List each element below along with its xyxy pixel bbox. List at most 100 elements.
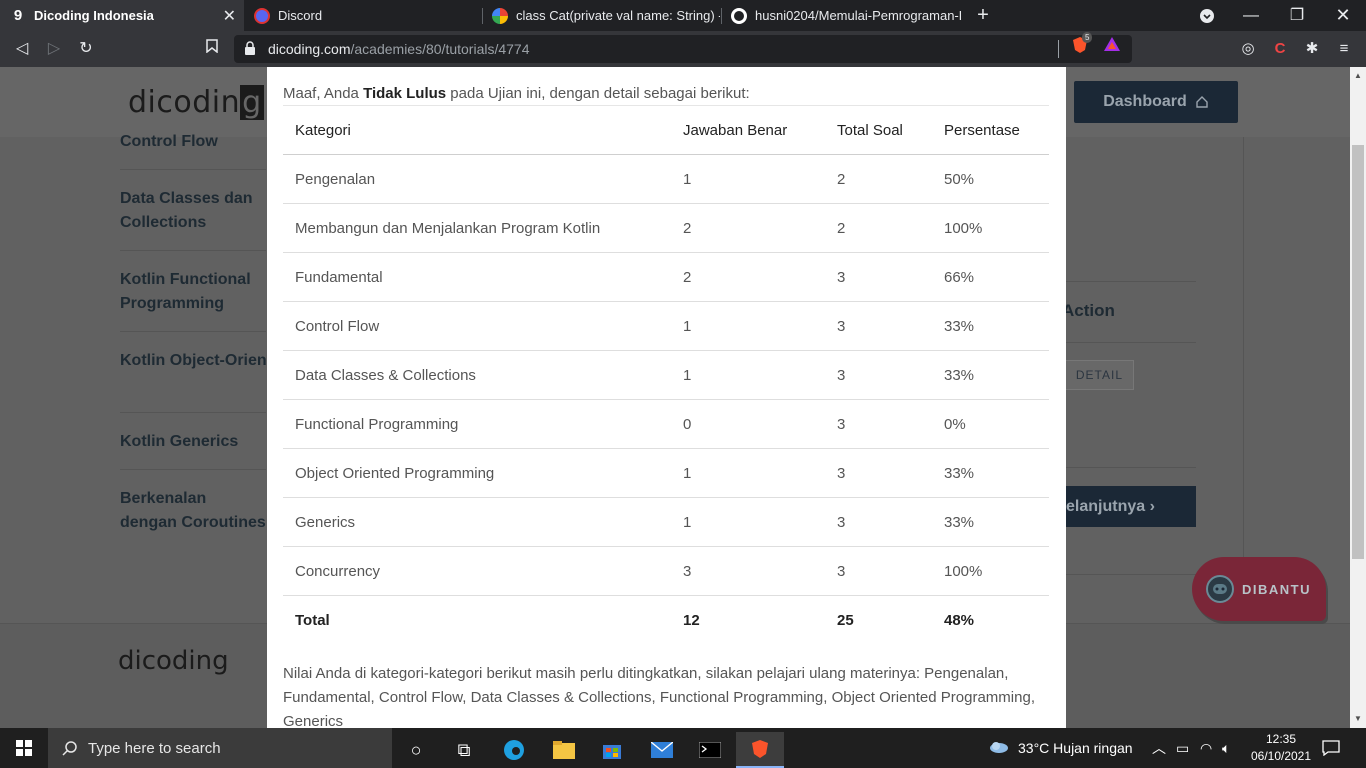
discord-favicon-icon	[254, 7, 270, 24]
wifi-icon[interactable]: ◠	[1200, 728, 1212, 768]
tab-dicoding[interactable]: 9 Dicoding Indonesia ✕	[0, 0, 244, 31]
restore-icon[interactable]: ❐	[1274, 0, 1320, 31]
table-row: Generics 1 3 33%	[283, 498, 1049, 547]
lock-icon	[245, 41, 255, 55]
cell-jawaban-benar: 3	[683, 562, 692, 580]
sidebar-divider	[120, 412, 266, 413]
cell-total-soal: 2	[837, 219, 846, 237]
sidebar-item-functional[interactable]: Kotlin Functional Programming	[120, 268, 270, 316]
browser-toolbar: ◁ ▷ ↻ dicoding.com/academies/80/tutorial…	[0, 31, 1366, 67]
cell-persentase: 33%	[944, 464, 975, 482]
column-header-jawaban-benar: Jawaban Benar	[683, 121, 788, 139]
scroll-down-arrow-icon[interactable]: ▼	[1350, 714, 1366, 723]
brave-rewards-icon[interactable]	[1100, 36, 1124, 60]
windows-start-icon[interactable]	[0, 728, 48, 768]
bookmark-icon[interactable]	[200, 37, 224, 61]
sidebar-item-generics[interactable]: Kotlin Generics	[120, 430, 270, 454]
dicoding-logo[interactable]: dicoding	[128, 85, 264, 120]
search-placeholder: Type here to search	[88, 739, 221, 757]
terminal-icon[interactable]	[686, 732, 734, 768]
cell-total-jawaban-benar: 12	[683, 612, 700, 629]
show-hidden-icons-chevron-icon[interactable]: ︿	[1152, 728, 1166, 768]
search-icon	[62, 741, 77, 756]
url-text: dicoding.com/academies/80/tutorials/4774	[268, 41, 530, 57]
battery-icon[interactable]: ▭	[1176, 728, 1189, 768]
card-divider	[1062, 281, 1196, 282]
action-title: Action	[1062, 301, 1115, 320]
forward-icon[interactable]: ▷	[42, 37, 66, 61]
dashboard-button[interactable]: Dashboard	[1074, 81, 1238, 123]
cell-total-label: Total	[295, 612, 330, 629]
tab-title: husni0204/Memulai-Pemrograman-Ko	[755, 8, 961, 23]
volume-icon[interactable]: 🔈︎	[1222, 728, 1230, 768]
sidebar-item-control-flow[interactable]: Control Flow	[120, 130, 270, 154]
windows-taskbar: Type here to search ○ ⧉ 33°C Hujan ringa…	[0, 728, 1366, 768]
cell-total-soal: 3	[837, 366, 846, 384]
tab-search-chevron-icon[interactable]	[1184, 0, 1230, 31]
browser-tab-bar: 9 Dicoding Indonesia ✕ Discord class Cat…	[0, 0, 1366, 31]
cell-kategori: Control Flow	[295, 317, 380, 335]
improvement-note: Nilai Anda di kategori-kategori berikut …	[283, 665, 1035, 728]
extension-target-icon[interactable]: ◎	[1236, 37, 1260, 61]
chevron-right-icon: ›	[1149, 498, 1155, 515]
cell-kategori: Data Classes & Collections	[295, 366, 476, 384]
cell-jawaban-benar: 2	[683, 268, 692, 286]
taskbar-clock[interactable]: 12:35 06/10/2021	[1245, 731, 1317, 765]
cell-kategori: Object Oriented Programming	[295, 464, 495, 482]
tab-discord[interactable]: Discord	[244, 0, 480, 31]
address-bar[interactable]: dicoding.com/academies/80/tutorials/4774…	[234, 32, 1132, 63]
home-icon	[1196, 96, 1208, 108]
sidebar-item-data-classes[interactable]: Data Classes dan Collections	[120, 187, 270, 235]
cell-total-soal: 3	[837, 268, 846, 286]
table-row: Pengenalan 1 2 50%	[283, 155, 1049, 204]
notification-center-icon[interactable]	[1322, 728, 1340, 768]
weather-widget[interactable]: 33°C Hujan ringan	[988, 728, 1133, 768]
result-intro: Maaf, Anda Tidak Lulus pada Ujian ini, d…	[283, 85, 750, 102]
edge-icon[interactable]	[490, 732, 538, 768]
result-table: Kategori Jawaban Benar Total Soal Persen…	[283, 105, 1049, 645]
detail-button[interactable]: DETAIL	[1062, 360, 1134, 390]
sidebar-item-coroutines[interactable]: Berkenalan dengan Coroutines	[120, 487, 266, 535]
table-row: Control Flow 1 3 33%	[283, 302, 1049, 351]
cell-total-soal: 2	[837, 170, 846, 188]
table-row: Membangun dan Menjalankan Program Kotlin…	[283, 204, 1049, 253]
scrollbar-thumb[interactable]	[1352, 145, 1364, 559]
tab-github[interactable]: husni0204/Memulai-Pemrograman-Ko	[721, 0, 961, 31]
scroll-up-arrow-icon[interactable]: ▲	[1350, 71, 1366, 80]
tab-google-search[interactable]: class Cat(private val name: String) - Pe	[482, 0, 720, 31]
file-explorer-icon[interactable]	[540, 732, 588, 768]
page-scrollbar[interactable]: ▲ ▼	[1350, 67, 1366, 728]
minimize-icon[interactable]: —	[1228, 0, 1274, 31]
mail-icon[interactable]	[638, 732, 686, 768]
sidebar-divider	[120, 469, 266, 470]
close-tab-icon[interactable]: ✕	[223, 6, 236, 26]
new-tab-plus-icon[interactable]: +	[972, 3, 994, 27]
extension-c-icon[interactable]: C	[1268, 37, 1292, 61]
reload-icon[interactable]: ↻	[74, 37, 98, 61]
dibantu-chat-button[interactable]: DIBANTU	[1192, 557, 1326, 621]
next-lesson-button[interactable]: elanjutnya ›	[1062, 486, 1196, 527]
browser-menu-icon[interactable]: ≡	[1332, 37, 1356, 61]
brave-shields-icon[interactable]: 5	[1068, 32, 1093, 60]
table-row: Concurrency 3 3 100%	[283, 547, 1049, 596]
rain-cloud-icon	[990, 742, 1008, 753]
sidebar-item-oop[interactable]: Kotlin Object-Oriented Programming	[120, 349, 266, 373]
clock-date: 06/10/2021	[1250, 749, 1312, 763]
cell-total-soal: 3	[837, 464, 846, 482]
footer-logo: dicoding	[118, 646, 229, 676]
back-icon[interactable]: ◁	[10, 37, 34, 61]
cortana-icon[interactable]: ○	[392, 732, 440, 768]
close-window-icon[interactable]: ✕	[1320, 0, 1366, 31]
robot-icon	[1206, 575, 1234, 603]
task-view-icon[interactable]: ⧉	[440, 732, 488, 768]
cell-persentase: 0%	[944, 415, 966, 433]
store-icon[interactable]	[588, 732, 636, 768]
extensions-puzzle-icon[interactable]: ✱	[1300, 37, 1324, 61]
github-favicon-icon	[731, 7, 747, 24]
taskbar-search-box[interactable]: Type here to search	[48, 728, 392, 768]
cell-kategori: Functional Programming	[295, 415, 459, 433]
brave-browser-icon[interactable]	[736, 732, 784, 768]
cell-jawaban-benar: 1	[683, 513, 692, 531]
cell-kategori: Pengenalan	[295, 170, 376, 188]
weather-text: 33°C Hujan ringan	[1018, 740, 1133, 756]
